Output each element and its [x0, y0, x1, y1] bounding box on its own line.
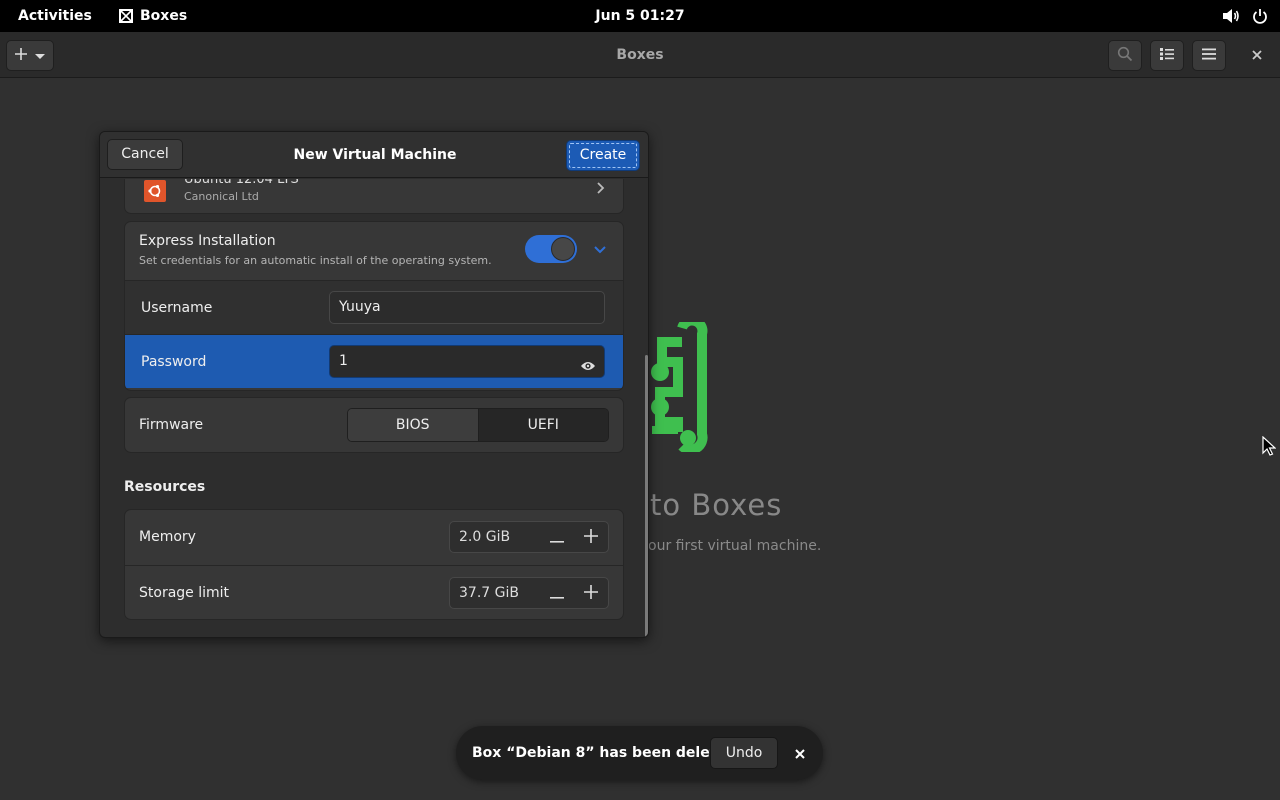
main-menu-button[interactable] — [1192, 40, 1226, 71]
password-row: Password 1 — [125, 334, 623, 388]
boxes-icon — [118, 8, 134, 24]
search-icon — [1117, 46, 1133, 66]
app-header-bar: Boxes — [0, 32, 1280, 78]
firmware-bios-button[interactable]: BIOS — [348, 409, 479, 441]
search-button[interactable] — [1108, 40, 1142, 71]
firmware-uefi-button[interactable]: UEFI — [478, 409, 608, 441]
minus-icon — [550, 584, 564, 603]
undo-button[interactable]: Undo — [710, 737, 778, 769]
storage-limit-spinbutton[interactable]: 37.7 GiB — [449, 577, 609, 609]
hamburger-menu-icon — [1201, 46, 1217, 65]
chevron-down-icon[interactable] — [593, 240, 607, 259]
express-installation-title: Express Installation — [139, 233, 276, 249]
gnome-top-bar: Activities Boxes Jun 5 01:27 — [0, 0, 1280, 32]
express-installation-card: Express Installation Set credentials for… — [124, 221, 624, 391]
firmware-label: Firmware — [139, 417, 204, 433]
volume-icon — [1222, 8, 1240, 24]
app-menu-label: Boxes — [140, 8, 188, 24]
express-installation-subtitle: Set credentials for an automatic install… — [139, 254, 492, 267]
plus-icon — [584, 584, 598, 603]
boxes-logo-icon — [648, 315, 708, 455]
password-value: 1 — [339, 353, 348, 369]
power-icon — [1252, 8, 1268, 24]
username-row: Username Yuuya — [125, 280, 623, 334]
memory-label: Memory — [139, 529, 196, 545]
plus-icon — [584, 528, 598, 547]
memory-spinbutton[interactable]: 2.0 GiB — [449, 521, 609, 553]
storage-limit-label: Storage limit — [139, 585, 230, 601]
chevron-right-icon — [596, 180, 606, 199]
os-selection-row[interactable]: Ubuntu 12.04 LTS Canonical Ltd — [124, 179, 624, 214]
close-icon — [795, 744, 805, 763]
os-vendor: Canonical Ltd — [184, 190, 259, 203]
os-name: Ubuntu 12.04 LTS — [184, 179, 299, 187]
memory-value[interactable]: 2.0 GiB — [459, 522, 510, 552]
password-label: Password — [141, 354, 207, 370]
memory-increase-button[interactable] — [574, 522, 608, 552]
welcome-subtext: our first virtual machine. — [648, 538, 822, 554]
toast-message: Box “Debian 8” has been deleted — [472, 745, 736, 761]
system-menu[interactable] — [1222, 0, 1268, 32]
welcome-heading: to Boxes — [650, 488, 783, 522]
storage-limit-row: Storage limit 37.7 GiB — [125, 565, 623, 619]
activities-button[interactable]: Activities — [0, 0, 110, 32]
show-password-icon[interactable] — [580, 354, 596, 385]
list-view-button[interactable] — [1150, 40, 1184, 71]
dialog-header: Cancel New Virtual Machine Create — [100, 132, 648, 178]
close-icon — [1251, 46, 1263, 65]
list-view-icon — [1159, 46, 1175, 65]
resources-card: Memory 2.0 GiB Storage limit 37.7 GiB — [124, 509, 624, 620]
password-field[interactable]: 1 — [329, 345, 605, 378]
create-button[interactable]: Create — [566, 140, 640, 171]
username-label: Username — [141, 300, 213, 316]
dialog-scrollbar[interactable] — [645, 355, 648, 637]
username-field[interactable]: Yuuya — [329, 291, 605, 324]
plus-icon — [14, 46, 28, 65]
toast-close-button[interactable] — [790, 743, 810, 763]
app-menu-button[interactable]: Boxes — [108, 0, 197, 32]
clock[interactable]: Jun 5 01:27 — [540, 0, 740, 32]
cancel-button[interactable]: Cancel — [107, 139, 183, 170]
firmware-selector: BIOS UEFI — [347, 408, 609, 442]
memory-row: Memory 2.0 GiB — [125, 510, 623, 565]
resources-section-title: Resources — [124, 479, 206, 495]
chevron-down-icon — [34, 46, 46, 65]
storage-decrease-button[interactable] — [540, 578, 574, 608]
dialog-body[interactable]: Ubuntu 12.04 LTS Canonical Ltd Express I… — [100, 179, 648, 637]
storage-increase-button[interactable] — [574, 578, 608, 608]
close-window-button[interactable] — [1240, 40, 1274, 71]
storage-limit-value[interactable]: 37.7 GiB — [459, 578, 519, 608]
express-installation-toggle[interactable] — [525, 235, 577, 263]
app-title: Boxes — [616, 47, 664, 63]
minus-icon — [550, 528, 564, 547]
ubuntu-logo-icon — [144, 180, 166, 202]
mouse-cursor-icon — [1262, 435, 1277, 460]
new-vm-dialog: Cancel New Virtual Machine Create Ubuntu… — [99, 131, 649, 638]
firmware-card: Firmware BIOS UEFI — [124, 397, 624, 453]
dialog-title: New Virtual Machine — [293, 147, 457, 163]
deleted-toast: Box “Debian 8” has been deleted Undo — [456, 726, 823, 780]
new-box-button[interactable] — [6, 40, 54, 71]
memory-decrease-button[interactable] — [540, 522, 574, 552]
toggle-knob — [551, 237, 575, 261]
